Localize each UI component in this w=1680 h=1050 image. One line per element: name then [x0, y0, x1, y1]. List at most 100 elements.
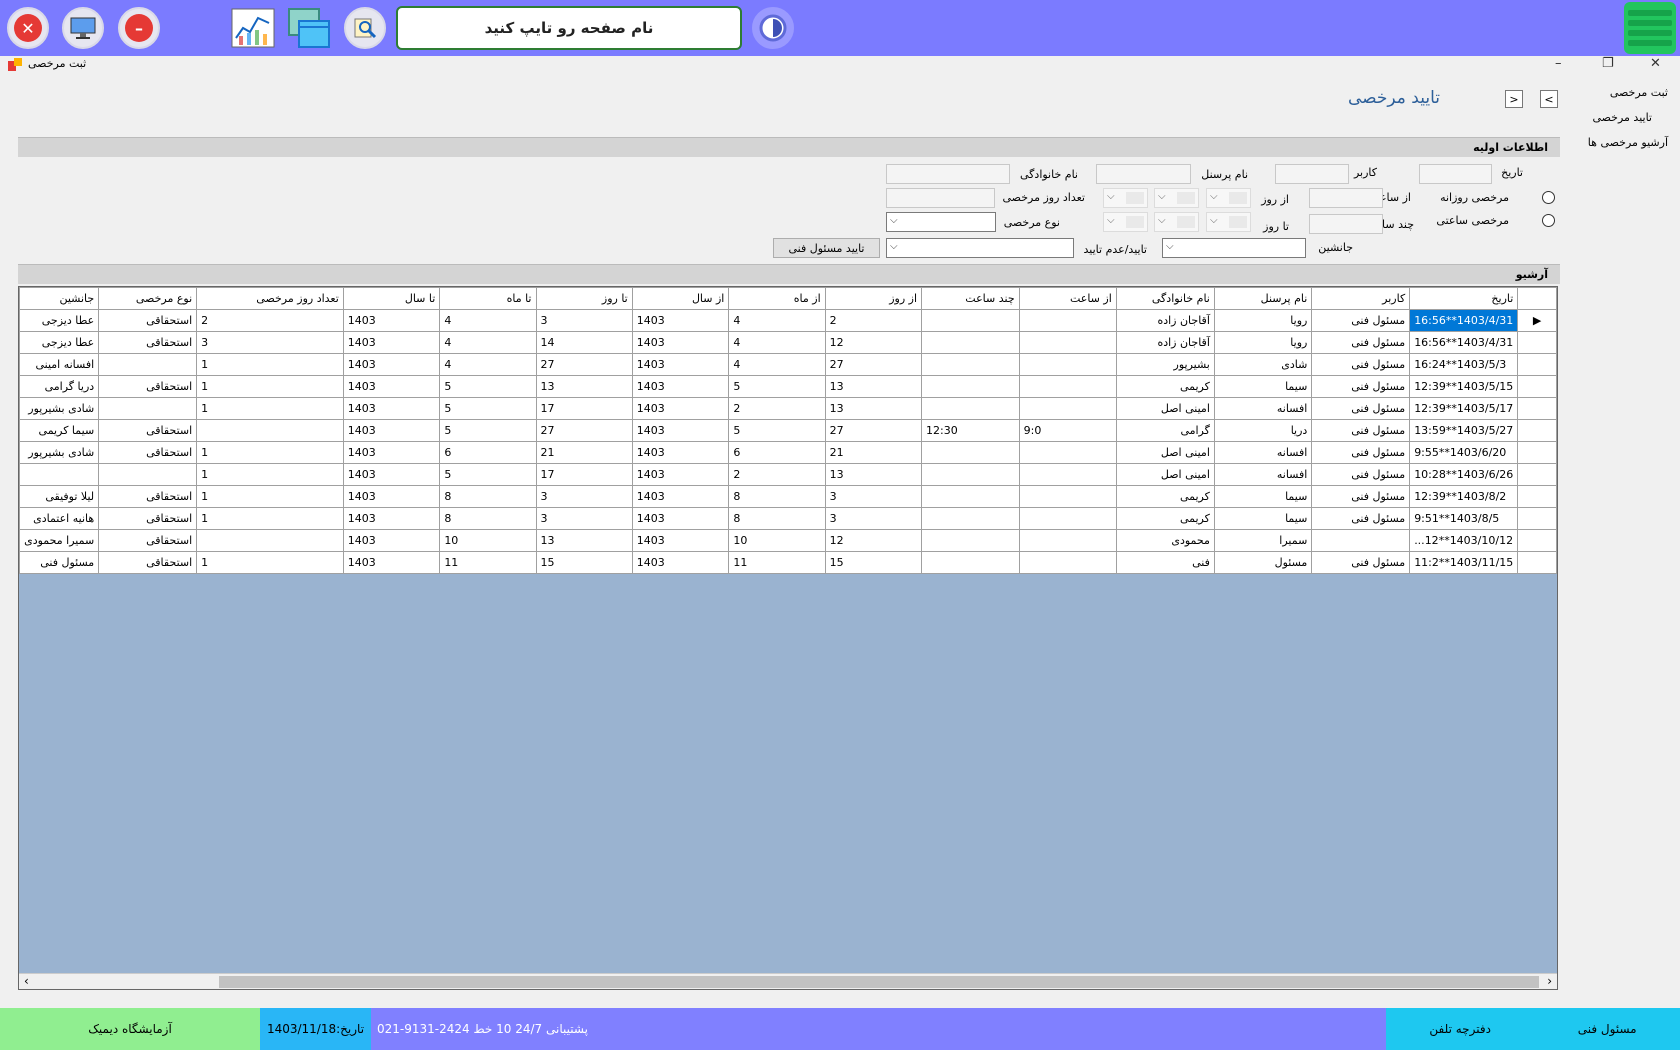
scroll-left-icon[interactable]: ‹ [24, 974, 29, 988]
table-cell[interactable]: 1403/8/5**9:51 [1409, 507, 1519, 530]
table-cell[interactable]: استحقاقی [98, 507, 198, 530]
column-header[interactable]: جانشین [19, 287, 100, 310]
table-cell[interactable]: 1403 [342, 551, 441, 574]
table-cell[interactable]: 21 [535, 441, 633, 464]
search-icon[interactable] [344, 7, 386, 49]
column-header[interactable]: تا سال [342, 287, 441, 310]
table-cell[interactable] [921, 397, 1020, 420]
table-cell[interactable]: 1403 [342, 507, 441, 530]
table-cell[interactable]: 2 [196, 309, 344, 332]
table-cell[interactable]: 3 [535, 485, 633, 508]
table-row[interactable]: 1403/5/3**16:24 مسئول فنی شادی بشیرپور 27 4 14… [19, 353, 1557, 376]
row-header[interactable] [1517, 353, 1557, 376]
to-day-select[interactable]: ⌵ [1206, 212, 1251, 232]
column-header[interactable]: تا ماه [439, 287, 537, 310]
column-header[interactable]: تا روز [535, 287, 633, 310]
table-cell[interactable]: 15 [535, 551, 633, 574]
table-cell[interactable]: مسئول فنی [1311, 375, 1411, 398]
table-cell[interactable]: 8 [439, 485, 537, 508]
leave-days-count-field[interactable] [886, 188, 995, 208]
table-cell[interactable] [1018, 331, 1117, 354]
user-field[interactable] [1275, 164, 1349, 184]
table-cell[interactable]: 17 [535, 397, 633, 420]
table-cell[interactable]: 5 [439, 375, 537, 398]
table-cell[interactable]: 5 [728, 375, 826, 398]
column-header[interactable]: از روز [824, 287, 923, 310]
table-row[interactable]: 1403/11/15**11:2 مسئول فنی مسئول فنی 15 11 140… [19, 551, 1557, 574]
table-cell[interactable]: 12 [824, 529, 923, 552]
table-cell[interactable]: 1403 [631, 419, 730, 442]
row-header[interactable] [1517, 419, 1557, 442]
table-row[interactable]: 1403/6/20**9:55 مسئول فنی افسانه امینی اصل 2… [19, 441, 1557, 464]
monitor-icon[interactable] [62, 7, 104, 49]
table-cell[interactable]: استحقاقی [98, 529, 198, 552]
table-cell[interactable]: 27 [824, 353, 923, 376]
table-cell[interactable]: 1403/8/2**12:39 [1409, 485, 1519, 508]
table-cell[interactable] [1311, 529, 1411, 552]
table-cell[interactable]: امینی اصل [1115, 441, 1215, 464]
table-cell[interactable]: سیما [1213, 485, 1313, 508]
table-cell[interactable]: استحقاقی [98, 375, 198, 398]
table-cell[interactable]: 21 [824, 441, 923, 464]
table-cell[interactable]: 2 [728, 463, 826, 486]
close-app-icon[interactable]: ✕ [7, 7, 49, 49]
column-header[interactable]: از ساعت [1018, 287, 1117, 310]
table-cell[interactable]: 3 [824, 485, 923, 508]
table-cell[interactable]: 1403/5/15**12:39 [1409, 375, 1519, 398]
table-cell[interactable]: 3 [535, 507, 633, 530]
table-cell[interactable]: 1403/6/20**9:55 [1409, 441, 1519, 464]
table-cell[interactable]: مسئول فنی [1311, 331, 1411, 354]
table-cell[interactable]: استحقاقی [98, 441, 198, 464]
table-cell[interactable]: کریمی [1115, 507, 1215, 530]
table-cell[interactable] [196, 529, 344, 552]
table-cell[interactable]: 8 [728, 507, 826, 530]
table-cell[interactable]: سیما کریمی [19, 419, 100, 442]
table-cell[interactable]: 1403 [342, 419, 441, 442]
daily-leave-radio[interactable] [1542, 191, 1555, 204]
table-cell[interactable]: 27 [824, 419, 923, 442]
table-cell[interactable]: لیلا توفیقی [19, 485, 100, 508]
from-year-select[interactable]: ⌵ [1103, 188, 1148, 208]
table-cell[interactable]: رویا [1213, 309, 1313, 332]
table-cell[interactable]: رویا [1213, 331, 1313, 354]
table-cell[interactable]: 1 [196, 375, 344, 398]
column-header[interactable]: نام پرسنل [1213, 287, 1313, 310]
row-header[interactable] [1517, 463, 1557, 486]
table-cell[interactable]: 27 [535, 419, 633, 442]
table-cell[interactable]: 4 [439, 331, 537, 354]
table-cell[interactable] [921, 441, 1020, 464]
table-cell[interactable]: 1403/6/26**10:28 [1409, 463, 1519, 486]
table-cell[interactable]: 8 [439, 507, 537, 530]
table-cell[interactable]: 6 [728, 441, 826, 464]
from-month-select[interactable]: ⌵ [1154, 188, 1199, 208]
table-cell[interactable]: 12 [824, 331, 923, 354]
table-cell[interactable]: دریا گرامی [19, 375, 100, 398]
table-cell[interactable]: 5 [728, 419, 826, 442]
table-cell[interactable]: سیما [1213, 507, 1313, 530]
approve-reject-select[interactable]: ⌵ [886, 238, 1074, 258]
table-cell[interactable]: 1403/4/31**16:56 [1409, 331, 1519, 354]
table-row[interactable]: ▶ 1403/4/31**16:56 مسئول فنی رویا آقاجان زاد… [19, 309, 1557, 332]
table-cell[interactable]: 1403 [631, 375, 730, 398]
nav-item-register-leave[interactable]: ثبت مرخصی [1610, 86, 1668, 99]
table-cell[interactable]: سمیرا محمودی [19, 529, 100, 552]
table-cell[interactable]: 3 [196, 331, 344, 354]
row-header[interactable] [1517, 375, 1557, 398]
column-header[interactable]: تعداد روز مرخصی [196, 287, 344, 310]
table-cell[interactable]: مسئول فنی [19, 551, 100, 574]
scroll-right-icon[interactable]: › [1547, 974, 1552, 988]
table-cell[interactable] [1018, 485, 1117, 508]
to-month-select[interactable]: ⌵ [1154, 212, 1199, 232]
table-cell[interactable]: هانیه اعتمادی [19, 507, 100, 530]
table-cell[interactable]: 13 [535, 375, 633, 398]
table-cell[interactable]: 1403/10/12**12... [1409, 529, 1519, 552]
column-header[interactable]: نام خانوادگی [1115, 287, 1215, 310]
table-cell[interactable]: 1 [196, 551, 344, 574]
table-cell[interactable] [98, 397, 198, 420]
table-cell[interactable]: عطا دیزجی [19, 331, 100, 354]
table-cell[interactable]: استحقاقی [98, 551, 198, 574]
table-cell[interactable]: 1403 [342, 485, 441, 508]
table-cell[interactable]: 1403/5/27**13:59 [1409, 419, 1519, 442]
table-cell[interactable]: مسئول فنی [1311, 463, 1411, 486]
table-cell[interactable]: آقاجان زاده [1115, 331, 1215, 354]
